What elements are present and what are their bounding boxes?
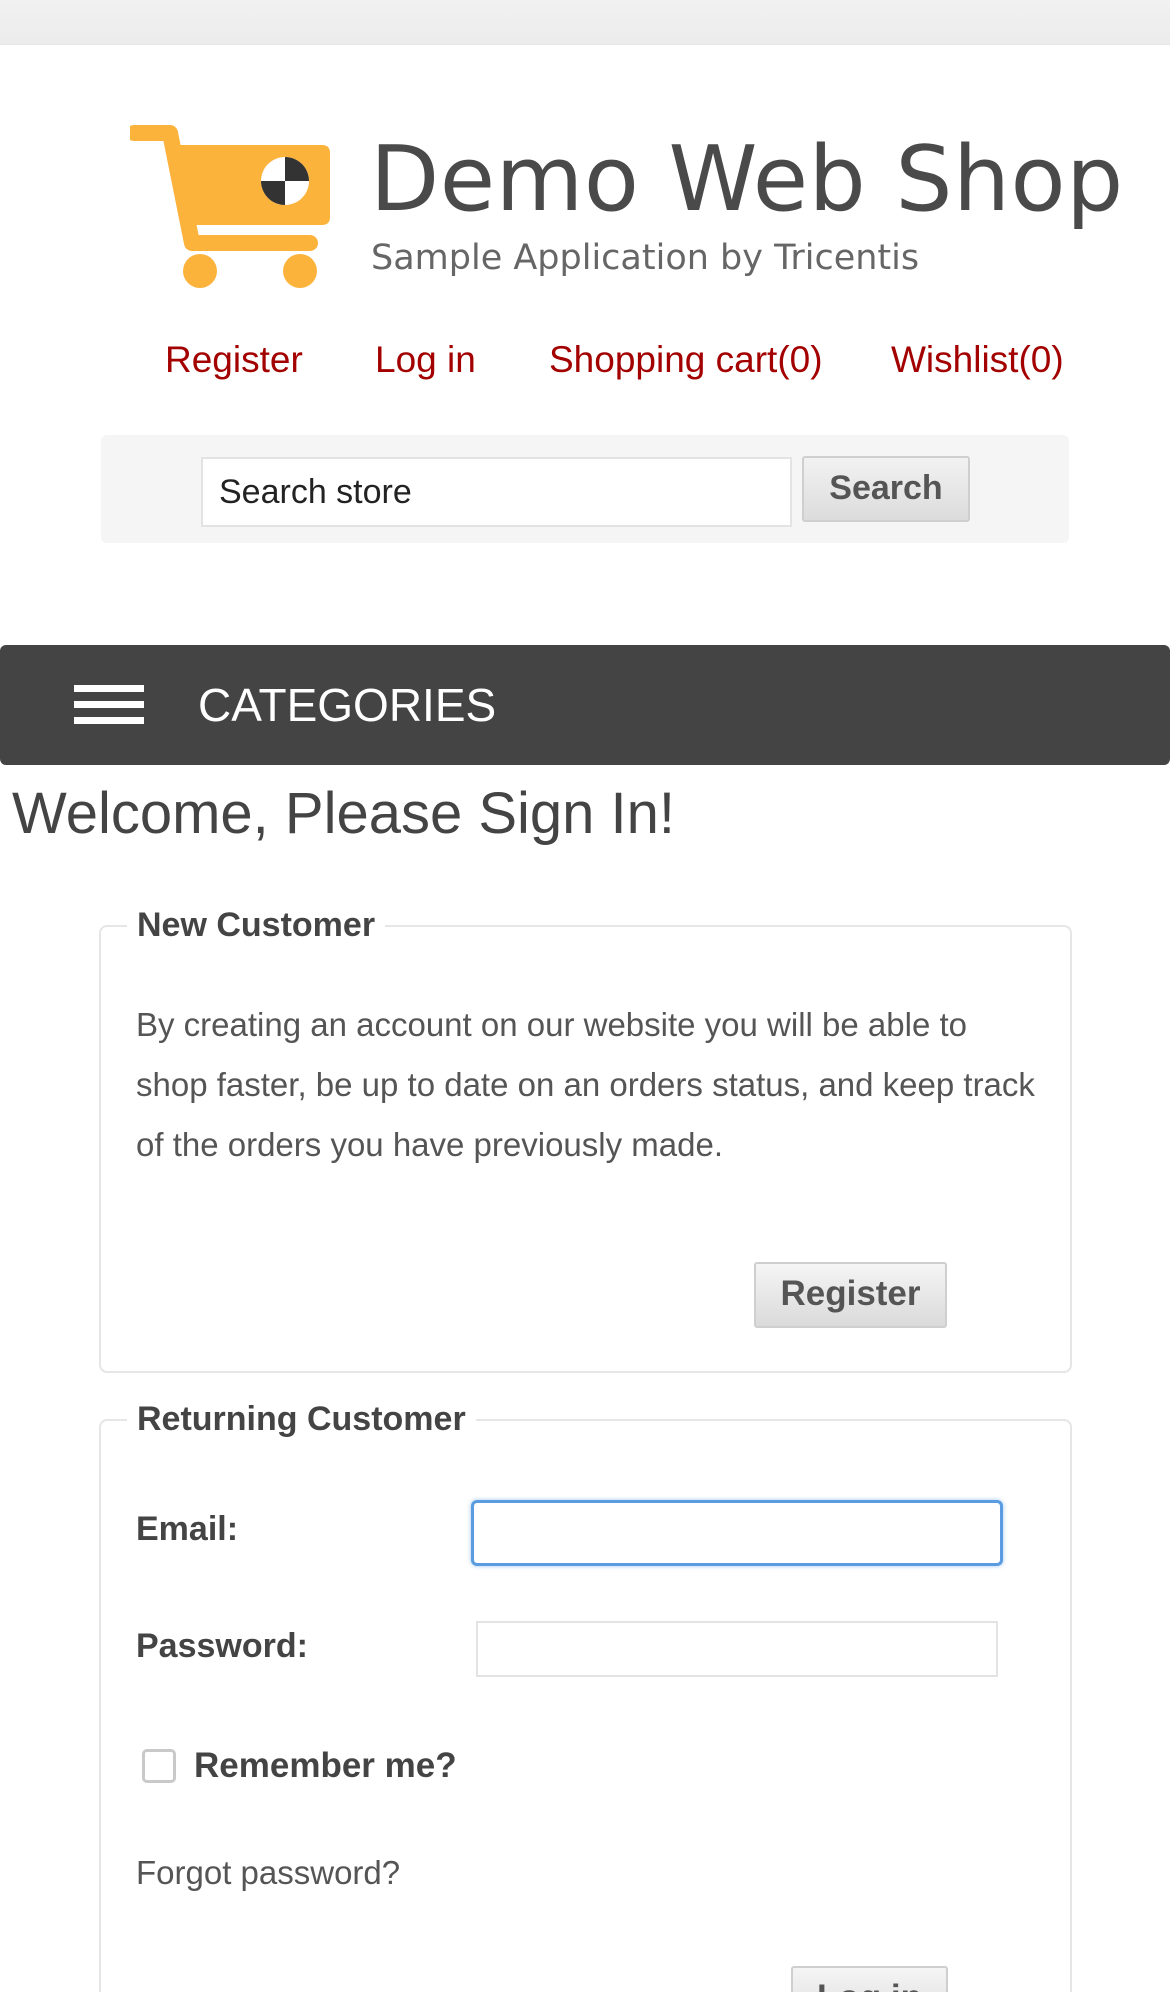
login-link[interactable]: Log in	[375, 336, 476, 384]
password-label: Password:	[136, 1627, 308, 1665]
hamburger-menu-icon[interactable]	[74, 685, 144, 725]
email-label: Email:	[136, 1510, 239, 1548]
new-customer-legend: New Customer	[127, 903, 386, 947]
search-bar: Search store Search	[101, 435, 1069, 543]
returning-customer-legend: Returning Customer	[127, 1397, 476, 1441]
logo-title: Demo Web Shop	[370, 127, 1124, 232]
page-title: Welcome, Please Sign In!	[12, 781, 676, 846]
register-link[interactable]: Register	[165, 336, 303, 384]
login-button[interactable]: Log in	[791, 1966, 948, 1992]
shopping-cart-link[interactable]: Shopping cart(0)	[549, 336, 823, 384]
remember-me-label[interactable]: Remember me?	[194, 1745, 457, 1787]
returning-customer-section: Returning Customer Email: Password: Reme…	[99, 1397, 1072, 1992]
search-button[interactable]: Search	[802, 456, 970, 522]
categories-menu-bar[interactable]: CATEGORIES	[0, 645, 1170, 765]
store-logo[interactable]: Demo Web Shop Sample Application by Tric…	[130, 125, 1123, 295]
shopping-cart-icon	[130, 125, 330, 288]
header-links: Register Log in Shopping cart(0) Wishlis…	[0, 336, 1170, 386]
register-button[interactable]: Register	[754, 1262, 947, 1328]
logo-subtitle: Sample Application by Tricentis	[371, 238, 920, 278]
search-input[interactable]: Search store	[201, 457, 792, 527]
password-field[interactable]	[476, 1621, 998, 1677]
page: Demo Web Shop Sample Application by Tric…	[0, 0, 1170, 1992]
new-customer-description: By creating an account on our website yo…	[136, 1006, 1035, 1163]
browser-top-strip	[0, 0, 1170, 45]
categories-label[interactable]: CATEGORIES	[198, 677, 496, 733]
new-customer-section: New Customer By creating an account on o…	[99, 903, 1072, 1373]
wishlist-link[interactable]: Wishlist(0)	[891, 336, 1064, 384]
email-field[interactable]	[471, 1500, 1003, 1566]
forgot-password-link[interactable]: Forgot password?	[136, 1851, 400, 1895]
remember-me-checkbox[interactable]	[142, 1749, 176, 1783]
